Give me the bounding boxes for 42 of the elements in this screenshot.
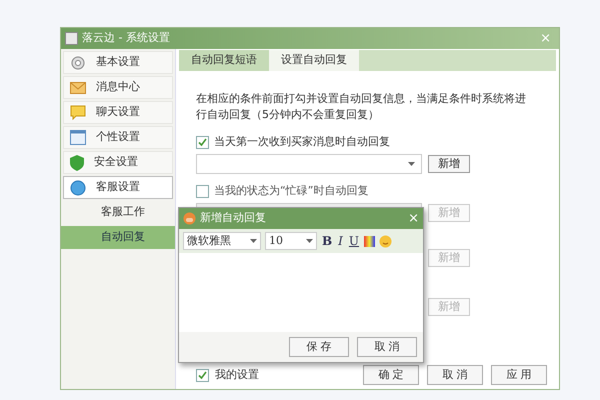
sidebar-item[interactable]: 聊天设置 <box>63 101 173 124</box>
condition-label: 当天第一次收到买家消息时自动回复 <box>214 134 390 150</box>
font-select[interactable]: 微软雅黑 <box>183 232 261 250</box>
description-text: 在相应的条件前面打勾并设置自动回复信息，当满足条件时系统将进行自动回复（5分钟内不会重复回复） <box>196 91 527 123</box>
sidebar-item[interactable]: 个性设置 <box>63 126 173 149</box>
color-palette-icon[interactable] <box>364 236 376 246</box>
dialog-title: 新增自动回复 <box>200 210 266 226</box>
dialog-button[interactable]: 取 消 <box>357 337 417 357</box>
chat-bubble-icon <box>70 105 86 120</box>
window-title: 落云边 - 系统设置 <box>82 30 170 46</box>
dialog-button[interactable]: 保 存 <box>289 337 349 357</box>
app-icon <box>65 32 78 45</box>
gear-icon <box>70 54 86 70</box>
tab[interactable]: 自动回复短语 <box>179 50 269 71</box>
footer-button[interactable]: 应 用 <box>491 365 547 385</box>
add-button[interactable]: 新增 <box>428 154 470 172</box>
checkbox[interactable] <box>196 368 209 382</box>
sidebar-item[interactable]: 基本设置 <box>63 51 173 74</box>
window-icon <box>70 130 86 145</box>
size-select[interactable]: 10 <box>265 232 317 250</box>
footer-button[interactable]: 确 定 <box>363 365 419 385</box>
footer-button[interactable]: 取 消 <box>427 365 483 385</box>
format-button[interactable]: I <box>337 232 344 250</box>
globe-icon <box>70 180 86 196</box>
dropdown-arrow-icon <box>408 162 415 166</box>
smiley-icon[interactable] <box>379 234 392 248</box>
sidebar-subitem[interactable]: 自动回复 <box>61 226 175 249</box>
sidebar-item[interactable]: 安全设置 <box>63 151 173 174</box>
checkbox-label: 我的设置 <box>215 366 259 383</box>
tab[interactable]: 设置自动回复 <box>269 50 359 71</box>
dropdown-arrow-icon <box>250 239 257 243</box>
mail-icon <box>70 82 86 94</box>
condition-label: 当我的状态为“忙碌”时自动回复 <box>214 183 368 199</box>
format-button[interactable]: B <box>321 232 334 250</box>
dropdown-arrow-icon <box>306 239 313 243</box>
sidebar-subitem[interactable]: 客服工作 <box>61 201 175 224</box>
reply-dropdown[interactable] <box>196 154 422 174</box>
sidebar-item[interactable]: 消息中心 <box>63 76 173 99</box>
checkbox[interactable] <box>196 136 209 149</box>
shield-icon <box>70 154 84 170</box>
format-button[interactable]: U <box>348 232 360 250</box>
sidebar-item[interactable]: 客服设置 <box>63 176 173 199</box>
